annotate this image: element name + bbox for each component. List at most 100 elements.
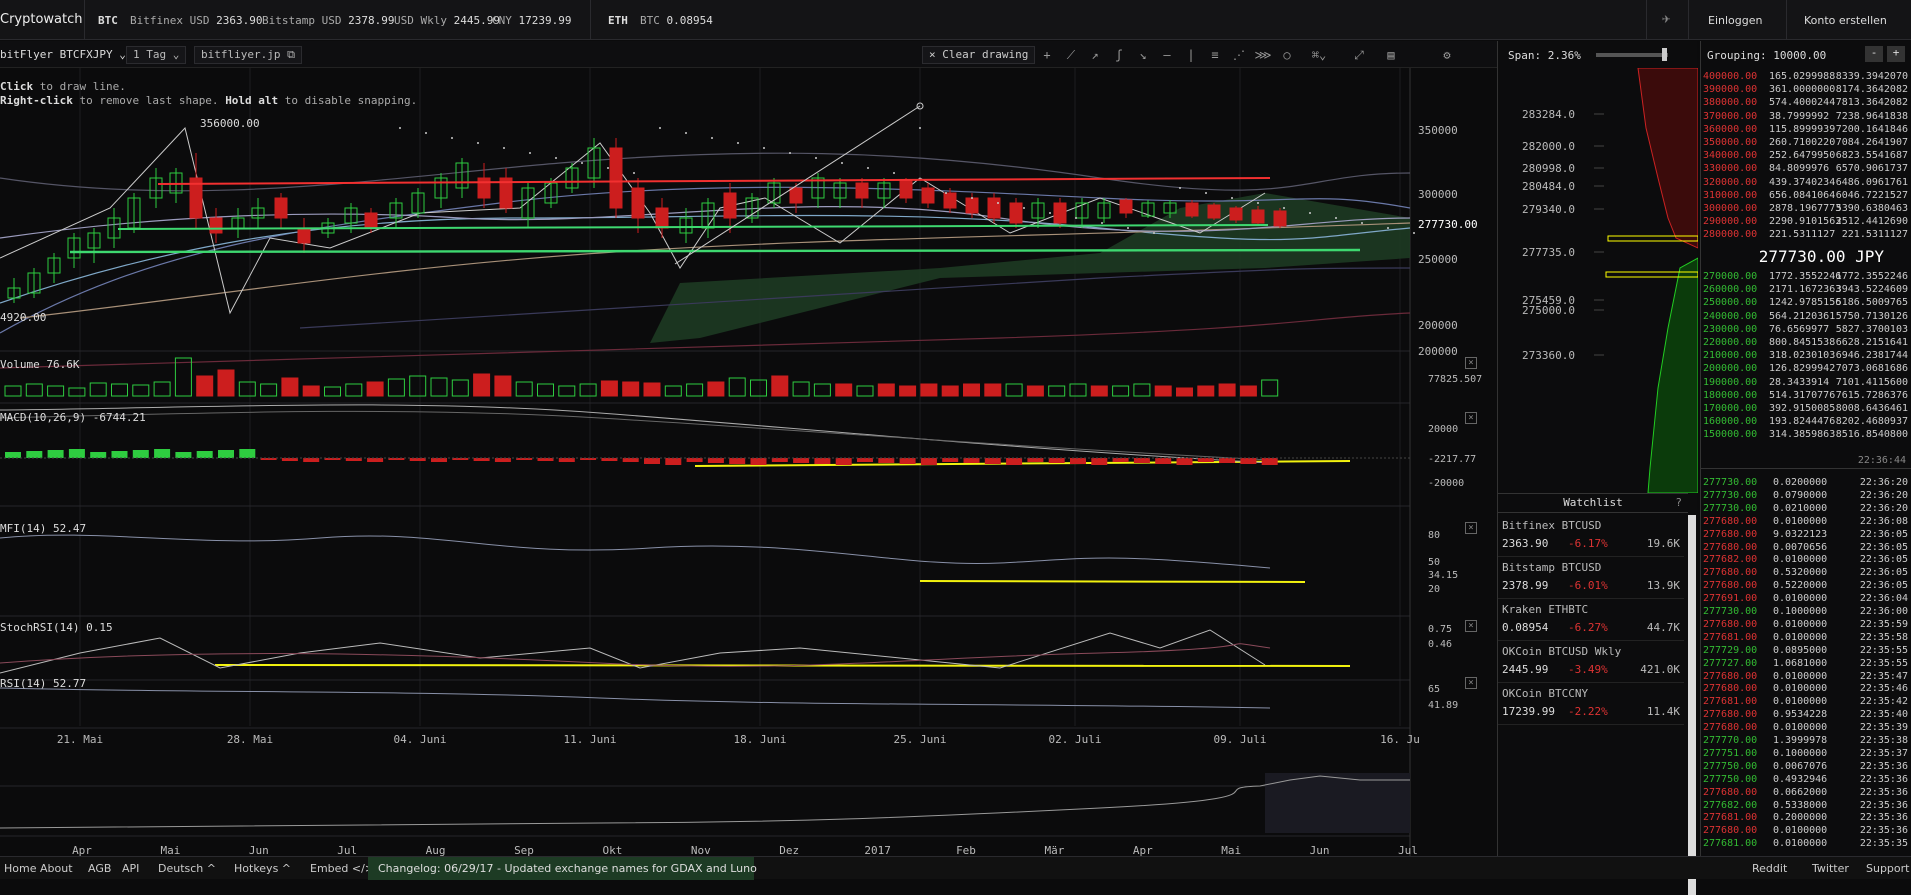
crosshair-tool-icon[interactable]: + xyxy=(1036,45,1058,65)
watchlist-item[interactable]: Bitfinex BTCUSD 2363.90 -6.17% 19.6K xyxy=(1498,515,1684,557)
trade-row: 277681.00 0.0100000 22:35:42 xyxy=(1701,696,1911,709)
line-tool-icon[interactable]: ⟋ xyxy=(1060,45,1082,65)
eth-label[interactable]: ETH xyxy=(608,14,628,27)
order-row[interactable]: 230000.00 76.6569977 5827.3700103 xyxy=(1701,324,1911,337)
fullscreen-icon[interactable]: ⤢ xyxy=(1348,45,1370,65)
watchlist-item[interactable]: Bitstamp BTCUSD 2378.99 -6.01% 13.9K xyxy=(1498,557,1684,599)
order-row[interactable]: 160000.00 193.8244476 8202.4680937 xyxy=(1701,416,1911,429)
grouping-plus-button[interactable]: + xyxy=(1887,46,1905,62)
order-row[interactable]: 190000.00 28.3433914 7101.4115600 xyxy=(1701,377,1911,390)
price-chart[interactable]: 21. Mai 28. Mai 04. Juni 11. Juni 18. Juni 25… xyxy=(0,68,1497,856)
close-icon[interactable]: × xyxy=(1465,522,1477,534)
layout-icon[interactable]: ▤ xyxy=(1380,45,1402,65)
close-icon[interactable]: × xyxy=(1465,412,1477,424)
order-row[interactable]: 150000.00 314.3859863 8516.8540800 xyxy=(1701,429,1911,442)
trade-cell: 0.4932946 xyxy=(1773,773,1828,785)
interval-select[interactable]: 1 Tag ⌄ xyxy=(126,46,187,64)
macd-histogram-bar xyxy=(47,450,64,458)
market-select[interactable]: bitFlyer BTCFXJPY ⌄ xyxy=(0,48,126,61)
brand-logo[interactable]: Cryptowatch xyxy=(0,12,83,27)
support-link[interactable]: Support xyxy=(1866,862,1909,875)
order-row[interactable]: 370000.00 38.7999992 7238.9641838 xyxy=(1701,111,1911,124)
span-slider[interactable] xyxy=(1596,53,1668,57)
order-row[interactable]: 390000.00 361.0000000 8174.3642082 xyxy=(1701,84,1911,97)
watchlist-item[interactable]: OKCoin BTCUSD Wkly 2445.99 -3.49% 421.0K xyxy=(1498,641,1684,683)
order-row[interactable]: 200000.00 126.8299942 7073.0681686 xyxy=(1701,363,1911,376)
macd-histogram-bar xyxy=(1070,458,1086,464)
close-icon[interactable]: × xyxy=(1465,677,1477,689)
ticker-cny[interactable]: CNY 17239.99 xyxy=(492,14,571,27)
order-row[interactable]: 180000.00 514.3170776 7615.7286376 xyxy=(1701,390,1911,403)
watchlist-item[interactable]: Kraken ETHBTC 0.08954 -6.27% 44.7K xyxy=(1498,599,1684,641)
order-row[interactable]: 400000.00 165.0299988 8339.3942070 xyxy=(1701,71,1911,84)
order-row[interactable]: 320000.00 439.3740234 6486.0961761 xyxy=(1701,177,1911,190)
fan-tool-icon[interactable]: ⋰ xyxy=(1228,45,1250,65)
overview-month-tick: Aug xyxy=(426,844,446,856)
depth-chart[interactable]: 283284.0 282000.0 280998.0 280484.0 279340.0… xyxy=(1498,68,1698,493)
watchlist-item[interactable]: OKCoin BTCCNY 17239.99 -2.22% 11.4K xyxy=(1498,683,1684,725)
footer-api-link[interactable]: API xyxy=(122,862,139,875)
order-row[interactable]: 220000.00 800.8451538 6628.2151641 xyxy=(1701,337,1911,350)
order-row[interactable]: 170000.00 392.9150085 8008.6436461 xyxy=(1701,403,1911,416)
trade-cell: 0.0100000 xyxy=(1773,683,1828,695)
order-row[interactable]: 380000.00 574.4000244 7813.3642082 xyxy=(1701,97,1911,110)
twitter-link[interactable]: Twitter xyxy=(1812,862,1849,875)
grouping-label[interactable]: Grouping: 10000.00 xyxy=(1707,49,1826,62)
reddit-link[interactable]: Reddit xyxy=(1752,862,1787,875)
ticker-bitstamp-usd[interactable]: Bitstamp USD 2378.99 xyxy=(262,14,394,27)
order-cell: 390000.00 xyxy=(1703,84,1758,96)
clear-drawing-button[interactable]: × Clear drawing xyxy=(922,46,1036,64)
rocket-icon[interactable]: ✈ xyxy=(1662,11,1670,27)
volume-bar xyxy=(451,379,469,397)
path-tool-icon[interactable]: ʃ xyxy=(1108,45,1130,65)
register-button[interactable]: Konto erstellen xyxy=(1804,14,1887,27)
exchange-link[interactable]: bitfliyer.jp ⧉ xyxy=(194,46,302,64)
order-row[interactable]: 270000.00 1772.3552246 1772.3552246 xyxy=(1701,271,1911,284)
horizontal-line-icon[interactable]: – xyxy=(1156,45,1178,65)
footer-agb-link[interactable]: AGB xyxy=(88,862,111,875)
trade-cell: 277682.00 xyxy=(1703,554,1758,566)
btc-label[interactable]: BTC xyxy=(98,14,118,27)
hotkeys-menu[interactable]: Hotkeys ^ xyxy=(234,862,291,875)
macd-histogram-bar xyxy=(1176,458,1193,465)
order-row[interactable]: 260000.00 2171.1672363 3943.5224609 xyxy=(1701,284,1911,297)
order-cell: 252.6479950 xyxy=(1769,150,1836,162)
footer-about-link[interactable]: About xyxy=(40,862,73,875)
grouping-minus-button[interactable]: - xyxy=(1865,46,1883,62)
order-row[interactable]: 280000.00 221.5311127 221.5311127 xyxy=(1701,229,1911,242)
parallel-lines-icon[interactable]: ≡ xyxy=(1204,45,1226,65)
order-row[interactable]: 330000.00 84.8099976 6570.9061737 xyxy=(1701,163,1911,176)
order-row[interactable]: 290000.00 2290.9101563 2512.4412690 xyxy=(1701,216,1911,229)
ticker-usd-wkly[interactable]: USD Wkly 2445.99 xyxy=(394,14,500,27)
footer-home-link[interactable]: Home xyxy=(4,862,36,875)
gear-icon[interactable]: ⚙ xyxy=(1436,45,1458,65)
circle-tool-icon[interactable]: ○ xyxy=(1276,45,1298,65)
order-row[interactable]: 310000.00 656.0841064 6046.7221527 xyxy=(1701,190,1911,203)
order-row[interactable]: 360000.00 115.8999939 7200.1641846 xyxy=(1701,124,1911,137)
overview-chart[interactable] xyxy=(0,773,1410,833)
overview-month-tick: Jul xyxy=(337,844,357,856)
span-slider-handle[interactable] xyxy=(1662,48,1667,61)
ray-tool-icon[interactable]: ↗ xyxy=(1084,45,1106,65)
help-icon[interactable]: ? xyxy=(1675,494,1682,512)
arrow-tool-icon[interactable]: ↘ xyxy=(1132,45,1154,65)
login-button[interactable]: Einloggen xyxy=(1708,14,1762,27)
order-row[interactable]: 250000.00 1242.9785156 5186.5009765 xyxy=(1701,297,1911,310)
close-icon[interactable]: × xyxy=(1465,620,1477,632)
close-icon[interactable]: × xyxy=(1465,357,1477,369)
vertical-line-icon[interactable]: | xyxy=(1180,45,1202,65)
language-select[interactable]: Deutsch ^ xyxy=(158,862,216,875)
order-row[interactable]: 300000.00 2878.1967773 5390.6380463 xyxy=(1701,203,1911,216)
indicators-icon[interactable]: ⌘⌄ xyxy=(1308,45,1330,65)
order-row[interactable]: 240000.00 564.2120361 5750.7130126 xyxy=(1701,311,1911,324)
order-row[interactable]: 340000.00 252.6479950 6823.5541687 xyxy=(1701,150,1911,163)
volume-bar xyxy=(174,357,192,397)
changelog-text[interactable]: Changelog: 06/29/17 - Updated exchange n… xyxy=(378,862,757,875)
ticker-bitfinex-usd[interactable]: Bitfinex USD 2363.90 xyxy=(130,14,262,27)
embed-link[interactable]: Embed </> xyxy=(310,862,374,875)
watchlist-scrollbar[interactable] xyxy=(1688,515,1696,895)
order-row[interactable]: 350000.00 260.7100220 7084.2641907 xyxy=(1701,137,1911,150)
ticker-eth-btc[interactable]: BTC 0.08954 xyxy=(640,14,713,27)
order-row[interactable]: 210000.00 318.0230103 6946.2381744 xyxy=(1701,350,1911,363)
fibonacci-tool-icon[interactable]: ⋙ xyxy=(1252,45,1274,65)
